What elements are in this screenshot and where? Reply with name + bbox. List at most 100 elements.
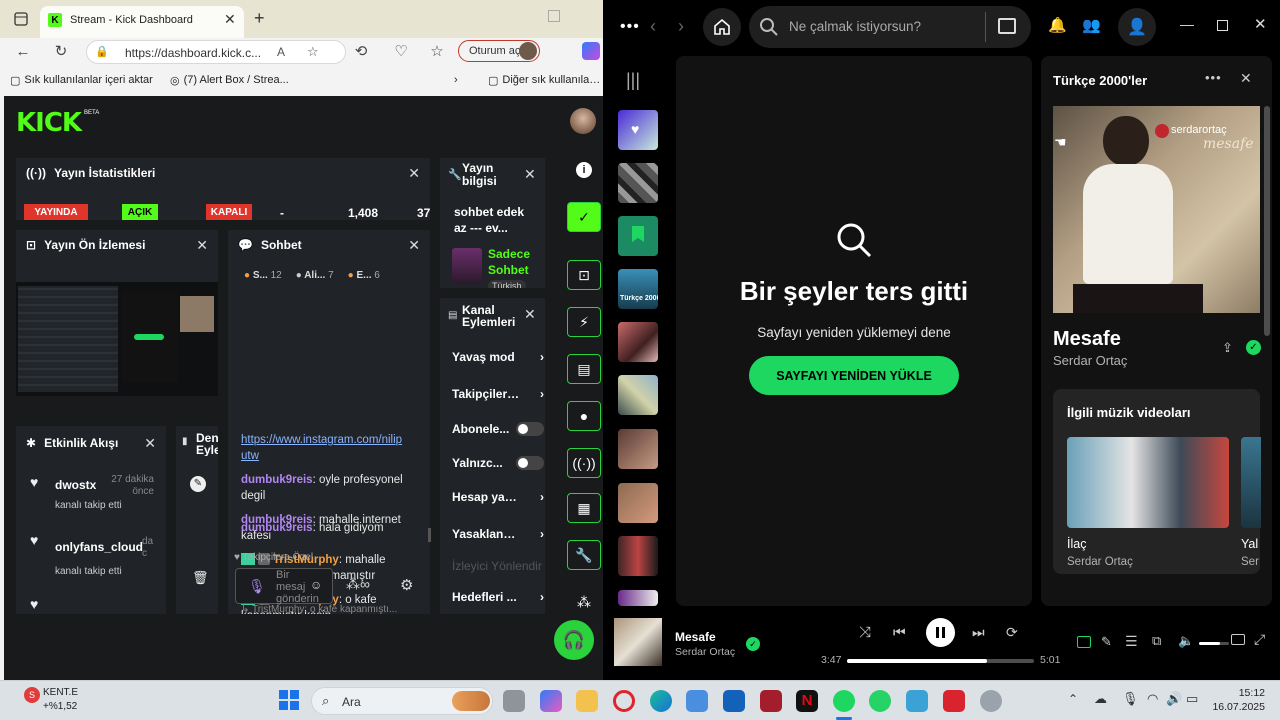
tag-chip[interactable]: Türkish <box>488 280 526 288</box>
saved-check-icon[interactable]: ✓ <box>1246 340 1261 355</box>
mini-player-icon[interactable] <box>1231 634 1245 645</box>
toggle-switch[interactable] <box>516 422 544 436</box>
home-button[interactable] <box>703 8 741 46</box>
stock-widget-icon[interactable]: S <box>24 687 40 703</box>
file-explorer-icon[interactable] <box>576 690 598 712</box>
actions-tool-button[interactable]: ▦ <box>567 493 601 523</box>
top-chatter[interactable]: ● S... 12 <box>244 270 282 281</box>
reply-preview[interactable]: ↳ TristMurphy: o kafe kapanmıştı... <box>241 604 415 614</box>
pause-button[interactable] <box>926 618 955 647</box>
speaker-icon[interactable]: 🔊 <box>1166 691 1182 707</box>
panel-scrollbar[interactable] <box>1264 106 1270 336</box>
liked-songs-tile[interactable]: ♥ <box>618 110 658 150</box>
playlist-tile[interactable]: Türkçe 2000'ler <box>618 269 658 309</box>
app-icon[interactable] <box>906 690 928 712</box>
saved-episodes-tile[interactable] <box>618 216 658 256</box>
playlist-tile[interactable] <box>618 483 658 523</box>
activity-user[interactable]: onlyfans_cloud <box>55 540 143 554</box>
obs-icon[interactable] <box>980 690 1002 712</box>
chat-tool-button[interactable]: ● <box>567 401 601 431</box>
saved-check-icon[interactable]: ✓ <box>746 637 760 651</box>
start-icon[interactable] <box>279 690 299 710</box>
read-aloud-icon[interactable]: A <box>277 45 285 59</box>
volume-slider[interactable] <box>1199 642 1229 645</box>
browser-essentials-icon[interactable]: ♡ <box>388 38 414 64</box>
stock-name[interactable]: KENT.E <box>43 687 78 698</box>
next-icon[interactable]: ⏭ <box>972 624 985 641</box>
microphone-icon[interactable]: ✎ <box>1101 634 1112 650</box>
friends-activity-icon[interactable]: 👥 <box>1082 16 1101 34</box>
tab-actions-icon[interactable] <box>8 6 34 32</box>
bookmark-other[interactable]: ▢ Diğer sık kullanılanlar <box>488 70 603 90</box>
activity-user[interactable]: dwostx <box>55 478 96 492</box>
song-title[interactable]: Mesafe <box>1053 328 1121 351</box>
playlist-tile[interactable] <box>618 322 658 362</box>
outlook-icon[interactable] <box>723 690 745 712</box>
video-artist[interactable]: Ser <box>1241 556 1259 568</box>
action-slow-mode[interactable]: Yavaş mod › <box>452 350 544 364</box>
app-icon[interactable] <box>943 690 965 712</box>
action-banned[interactable]: Yasaklanmış › <box>452 527 544 541</box>
active-tab[interactable]: K Stream - Kick Dashboard ✕ <box>40 6 244 38</box>
more-options-icon[interactable]: ••• <box>1205 70 1222 85</box>
app-icon[interactable] <box>760 690 782 712</box>
kick-logo[interactable]: KICK <box>16 108 82 138</box>
video-artist[interactable]: Serdar Ortaç <box>1067 556 1133 568</box>
edge-icon[interactable] <box>650 690 672 712</box>
extensions-icon[interactable]: ⟲ <box>348 38 374 64</box>
browse-icon[interactable] <box>998 18 1016 34</box>
stats-tool-button[interactable]: ((·)) <box>567 448 601 478</box>
lightning-tool-button[interactable]: ⚡ <box>567 307 601 337</box>
message-link[interactable]: https://www.instagram.com/nilip utw <box>241 434 402 462</box>
cloud-icon[interactable]: ☁ <box>1094 691 1107 707</box>
playlist-tile[interactable] <box>618 536 658 576</box>
close-icon[interactable]: ✕ <box>408 237 420 254</box>
wifi-icon[interactable]: ◠ <box>1147 691 1158 707</box>
category-name[interactable]: Sadece Sohbet <box>488 246 530 278</box>
emoji-icon[interactable]: ☺ <box>310 578 322 592</box>
netflix-icon[interactable]: N <box>796 690 818 712</box>
now-playing-artist[interactable]: Serdar Ortaç <box>675 646 735 658</box>
points-icon[interactable]: ⁂ <box>577 594 591 611</box>
progress-bar[interactable] <box>847 659 1034 663</box>
trash-icon[interactable]: 🗑 <box>192 570 209 586</box>
favorites-icon[interactable]: ☆ <box>424 38 450 64</box>
video-thumbnail[interactable] <box>1241 437 1261 528</box>
chat-scrollbar[interactable] <box>428 528 431 542</box>
search-box[interactable]: Ne çalmak istiyorsun? <box>749 6 1031 48</box>
action-subscribers[interactable]: Abonele... <box>452 422 544 436</box>
playlist-tile[interactable] <box>618 375 658 415</box>
kick-points-icon[interactable]: ⁂∞ <box>346 576 370 593</box>
maximize-icon[interactable] <box>1217 20 1228 31</box>
maximize-icon[interactable] <box>548 10 560 22</box>
check-tool-button[interactable]: ✓ <box>567 202 601 232</box>
close-icon[interactable]: ✕ <box>144 435 156 452</box>
action-account-age[interactable]: Hesap yaşı k › <box>452 490 544 504</box>
opera-icon[interactable] <box>613 690 635 712</box>
edit-icon[interactable]: ✎ <box>190 476 206 492</box>
close-panel-icon[interactable]: ✕ <box>1240 70 1252 87</box>
previous-icon[interactable]: ⏮ <box>893 624 906 641</box>
back-icon[interactable]: ‹ <box>650 16 656 37</box>
now-playing-art[interactable] <box>614 618 662 666</box>
stream-preview[interactable] <box>16 282 218 396</box>
action-followers[interactable]: Takipçilere Ö › <box>452 387 544 401</box>
bookmark-alertbox[interactable]: ◎ (7) Alert Box / Strea... <box>170 70 289 90</box>
back-icon[interactable]: ← <box>10 38 36 64</box>
sign-in-button[interactable]: Oturum aç <box>458 40 540 62</box>
top-chatter[interactable]: ● E... 6 <box>348 270 380 281</box>
profile-button[interactable]: 👤 <box>1118 8 1156 46</box>
forward-icon[interactable]: › <box>678 16 684 37</box>
copilot-app-icon[interactable] <box>540 690 562 712</box>
notifications-icon[interactable]: 🔔 <box>1048 16 1067 34</box>
user-avatar[interactable] <box>570 108 596 134</box>
now-playing-title[interactable]: Mesafe <box>675 630 716 644</box>
volume-icon[interactable]: 🔈 <box>1178 633 1194 649</box>
spotify-taskbar-icon[interactable] <box>833 690 855 712</box>
task-view-icon[interactable] <box>503 690 525 712</box>
song-artist[interactable]: Serdar Ortaç <box>1053 353 1127 368</box>
library-icon[interactable]: ||| <box>626 70 640 91</box>
chat-username[interactable]: dumbuk9reis <box>241 474 313 486</box>
video-title[interactable]: İlaç <box>1067 537 1086 551</box>
notes-tool-button[interactable]: ▤ <box>567 354 601 384</box>
